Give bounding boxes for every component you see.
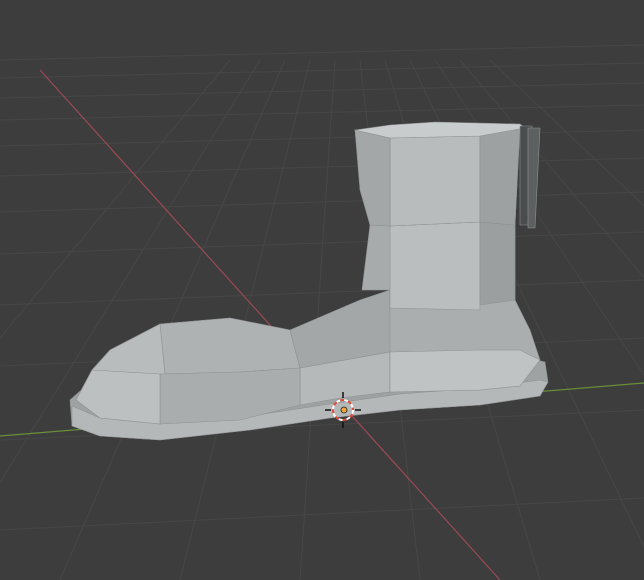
3d-viewport[interactable] [0, 0, 644, 580]
boot-mesh[interactable] [69, 121, 549, 441]
floor-grid [0, 44, 644, 580]
viewport-canvas[interactable] [0, 0, 644, 580]
object-origin-icon [340, 406, 348, 414]
